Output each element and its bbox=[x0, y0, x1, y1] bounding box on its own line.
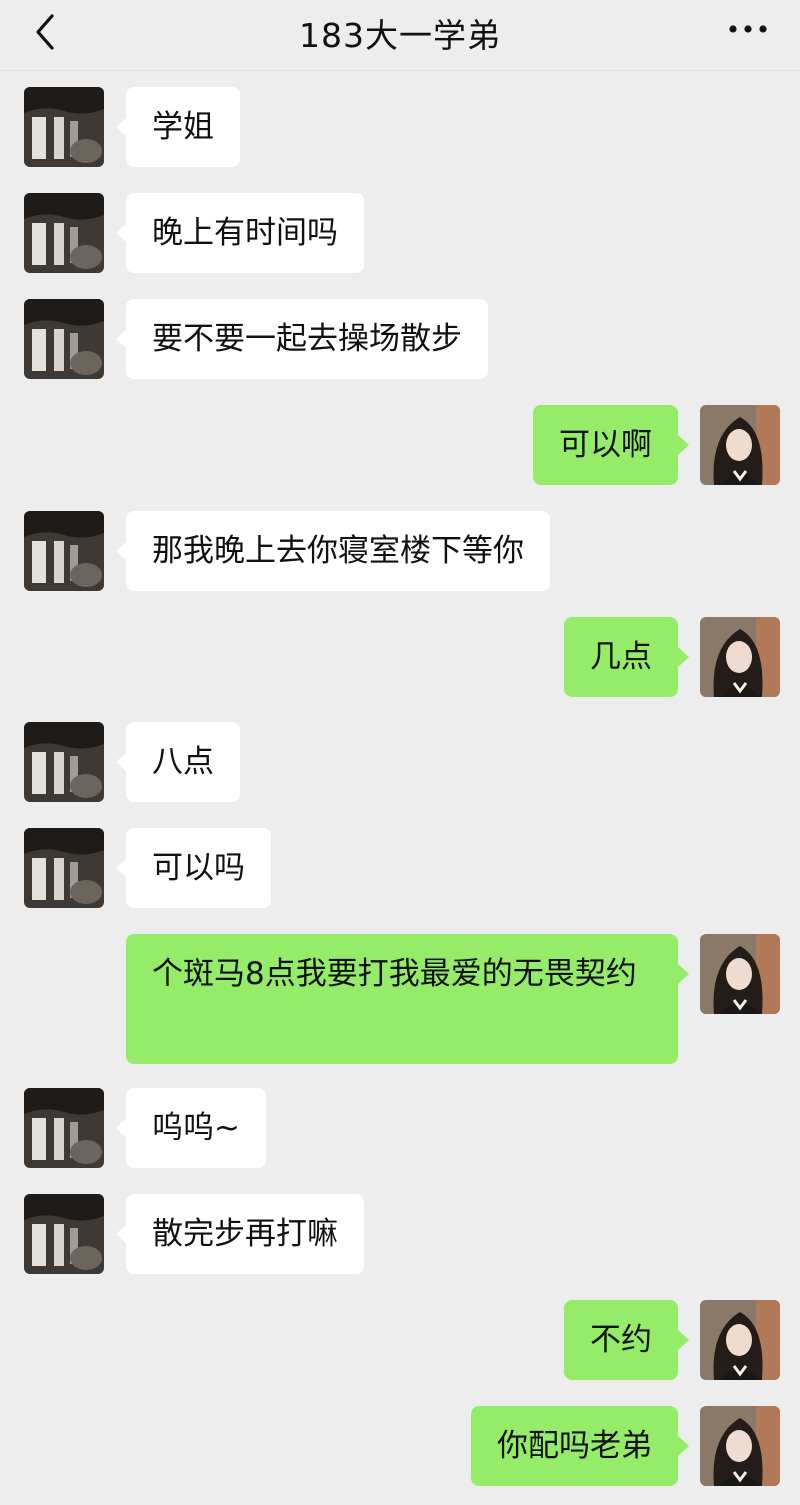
chat-header: 183大一学弟 bbox=[0, 0, 800, 71]
message-bubble[interactable]: 可以啊 bbox=[533, 405, 678, 485]
contact-avatar[interactable] bbox=[24, 511, 104, 591]
my-avatar[interactable] bbox=[700, 405, 780, 485]
message-bubble[interactable]: 可以吗 bbox=[126, 828, 271, 908]
contact-avatar[interactable] bbox=[24, 87, 104, 167]
contact-avatar[interactable] bbox=[24, 193, 104, 273]
contact-avatar[interactable] bbox=[24, 1088, 104, 1168]
message-bubble[interactable]: 呜呜~ bbox=[126, 1088, 266, 1168]
chat-title: 183大一学弟 bbox=[299, 16, 501, 55]
contact-avatar[interactable] bbox=[24, 1194, 104, 1274]
message-bubble[interactable]: 你配吗老弟 bbox=[471, 1406, 678, 1486]
message-bubble[interactable]: 不约 bbox=[564, 1300, 678, 1380]
ellipsis-icon[interactable] bbox=[728, 24, 768, 34]
message-bubble[interactable]: 个斑马8点我要打我最爱的无畏契约 bbox=[126, 934, 678, 1064]
my-avatar[interactable] bbox=[700, 1300, 780, 1380]
contact-avatar[interactable] bbox=[24, 828, 104, 908]
message-bubble[interactable]: 那我晚上去你寝室楼下等你 bbox=[126, 511, 550, 591]
contact-avatar[interactable] bbox=[24, 299, 104, 379]
my-avatar[interactable] bbox=[700, 934, 780, 1014]
message-bubble[interactable]: 散完步再打嘛 bbox=[126, 1194, 364, 1274]
message-bubble[interactable]: 几点 bbox=[564, 617, 678, 697]
my-avatar[interactable] bbox=[700, 617, 780, 697]
contact-avatar[interactable] bbox=[24, 722, 104, 802]
message-bubble[interactable]: 八点 bbox=[126, 722, 240, 802]
message-bubble[interactable]: 学姐 bbox=[126, 87, 240, 167]
message-bubble[interactable]: 晚上有时间吗 bbox=[126, 193, 364, 273]
message-bubble[interactable]: 要不要一起去操场散步 bbox=[126, 299, 488, 379]
my-avatar[interactable] bbox=[700, 1406, 780, 1486]
